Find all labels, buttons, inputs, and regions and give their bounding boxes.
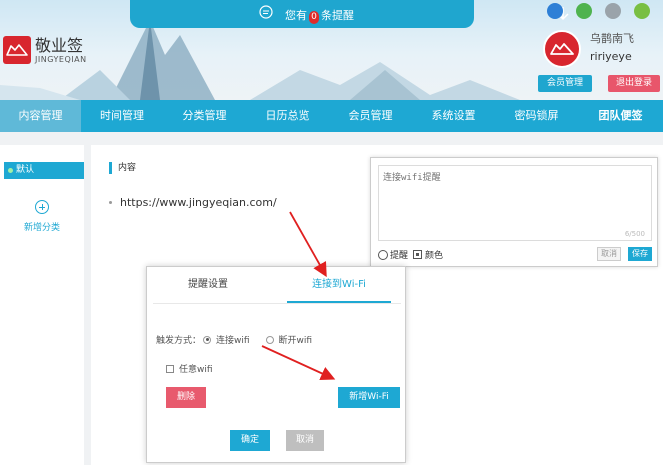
color-square-icon xyxy=(413,250,422,259)
save-button[interactable]: 保存 xyxy=(628,247,652,261)
trigger-label: 触发方式： xyxy=(156,336,202,346)
tab-divider xyxy=(153,303,401,304)
list-item-text: https://www.jingyeqian.com/ xyxy=(120,196,277,209)
logo-name-cn: 敬业签 xyxy=(35,35,84,55)
char-counter: 6/500 xyxy=(624,230,645,238)
platform-download-icons xyxy=(547,3,650,19)
radio-connect-wifi[interactable] xyxy=(203,335,212,344)
clock-icon xyxy=(378,249,388,260)
user-profile: 乌鹊南飞 ririyeye xyxy=(543,30,634,68)
notice-prefix: 您有 xyxy=(285,9,307,22)
content-column-header: 内容 xyxy=(109,162,136,174)
radio-disconnect-wifi[interactable] xyxy=(265,335,274,344)
app-logo[interactable]: 敬业签 JINGYEQIAN xyxy=(3,36,87,64)
bullet-icon xyxy=(109,201,112,204)
apple-icon[interactable] xyxy=(605,3,621,19)
radio-disconnect-label: 断开wifi xyxy=(278,336,313,346)
color-tool[interactable]: 颜色 xyxy=(413,248,443,261)
app-header: 您有 0 条提醒 敬业签 JINGYEQIAN 乌鹊南飞 ririyeye 会员管理… xyxy=(0,0,663,100)
radio-connect-label: 连接wifi xyxy=(216,336,250,346)
main-nav: 内容管理 时间管理 分类管理 日历总览 会员管理 系统设置 密码锁屏 团队便签 xyxy=(0,100,663,132)
reminder-notice-bar[interactable]: 您有 0 条提醒 xyxy=(130,0,569,28)
android-icon[interactable] xyxy=(634,3,650,19)
delete-button[interactable]: 删除 xyxy=(166,387,206,408)
any-wifi-option[interactable]: 任意wifi xyxy=(166,362,213,375)
nav-item-content[interactable]: 内容管理 xyxy=(0,100,81,132)
notice-text: 您有 0 条提醒 xyxy=(285,7,354,24)
notice-count-badge: 0 xyxy=(309,11,319,24)
ie-icon[interactable] xyxy=(547,3,563,19)
nav-item-calendar[interactable]: 日历总览 xyxy=(246,100,329,132)
sidebar-item-default[interactable]: 默认 xyxy=(4,162,84,179)
dialog-cancel-button[interactable]: 取消 xyxy=(286,430,324,451)
tab-reminder-settings[interactable]: 提醒设置 xyxy=(153,267,263,303)
reminder-text-input[interactable] xyxy=(378,165,652,241)
nav-item-settings[interactable]: 系统设置 xyxy=(412,100,495,132)
any-wifi-label: 任意wifi xyxy=(179,365,213,375)
list-item[interactable]: https://www.jingyeqian.com/ xyxy=(109,196,277,209)
remind-label: 提醒 xyxy=(390,251,409,261)
add-category-label: 新增分类 xyxy=(24,223,61,233)
add-wifi-button[interactable]: 新增Wi-Fi xyxy=(338,387,400,408)
windows-icon[interactable] xyxy=(576,3,592,19)
nav-item-category[interactable]: 分类管理 xyxy=(163,100,246,132)
logout-button[interactable]: 退出登录 xyxy=(608,75,660,92)
member-management-button[interactable]: 会员管理 xyxy=(538,75,592,92)
cancel-button[interactable]: 取消 xyxy=(597,247,621,261)
reminder-settings-dialog: 提醒设置 连接到Wi-Fi 触发方式： 连接wifi 断开wifi 任意wifi… xyxy=(146,266,406,463)
confirm-button[interactable]: 确定 xyxy=(230,430,270,451)
logo-mark-icon xyxy=(3,36,31,64)
trigger-mode-row: 触发方式： 连接wifi 断开wifi xyxy=(156,333,312,346)
category-sidebar: 默认 新增分类 xyxy=(0,145,84,465)
avatar[interactable] xyxy=(543,30,581,68)
remind-tool[interactable]: 提醒 xyxy=(378,248,408,261)
plus-circle-icon xyxy=(35,200,49,214)
chat-bubble-icon xyxy=(259,5,273,19)
notice-suffix: 条提醒 xyxy=(321,9,354,22)
nav-item-time[interactable]: 时间管理 xyxy=(81,100,163,132)
add-category-button[interactable]: 新增分类 xyxy=(24,200,60,233)
user-display-name: 乌鹊南飞 xyxy=(590,32,634,45)
color-label: 颜色 xyxy=(425,251,444,261)
nav-item-lock[interactable]: 密码锁屏 xyxy=(495,100,578,132)
reminder-edit-panel: 6/500 提醒 颜色 取消 保存 xyxy=(370,157,658,267)
nav-item-member[interactable]: 会员管理 xyxy=(329,100,412,132)
user-id: ririyeye xyxy=(590,50,632,63)
logo-name-en: JINGYEQIAN xyxy=(35,54,87,64)
tab-connect-wifi[interactable]: 连接到Wi-Fi xyxy=(287,267,391,303)
any-wifi-checkbox[interactable] xyxy=(166,364,174,373)
nav-item-team[interactable]: 团队便签 xyxy=(578,100,663,132)
